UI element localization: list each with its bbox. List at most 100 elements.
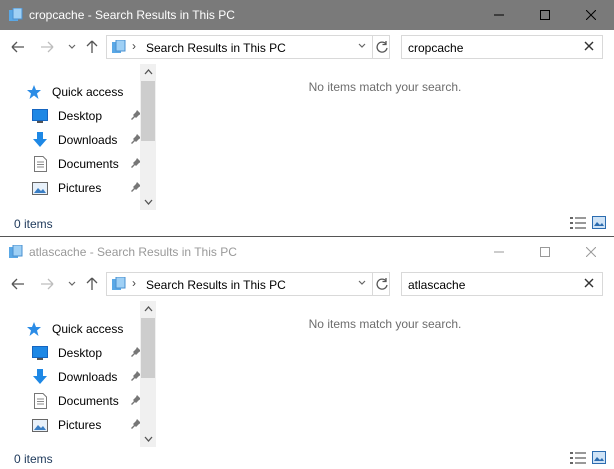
search-folder-icon xyxy=(9,245,23,258)
maximize-button[interactable] xyxy=(522,237,568,267)
address-bar[interactable]: › Search Results in This PC xyxy=(106,35,390,59)
nav-item-quick-access[interactable]: Quick access xyxy=(24,319,140,339)
address-dropdown-icon[interactable] xyxy=(358,43,366,49)
documents-icon xyxy=(30,156,50,172)
nav-item-pictures[interactable]: Pictures xyxy=(30,415,146,435)
maximize-button[interactable] xyxy=(522,0,568,30)
pictures-icon xyxy=(30,417,50,433)
forward-button[interactable] xyxy=(39,276,55,292)
nav-item-pictures[interactable]: Pictures xyxy=(30,178,146,198)
up-arrow-icon xyxy=(86,277,98,290)
nav-item-desktop[interactable]: Desktop xyxy=(30,343,146,363)
search-input[interactable]: cropcache xyxy=(408,41,463,55)
nav-item-label: Downloads xyxy=(58,370,118,384)
pictures-icon xyxy=(30,180,50,196)
nav-item-label: Quick access xyxy=(52,322,124,336)
item-count: 0 items xyxy=(14,217,53,231)
desktop-icon xyxy=(30,108,50,124)
search-input[interactable]: atlascache xyxy=(408,278,465,292)
address-dropdown-icon[interactable] xyxy=(358,280,366,286)
downloads-icon xyxy=(30,132,50,148)
back-arrow-icon xyxy=(11,278,24,290)
navigation-bar: › Search Results in This PC cropcache xyxy=(0,30,614,64)
nav-item-label: Documents xyxy=(58,157,119,171)
nav-item-label: Pictures xyxy=(58,418,102,432)
forward-button[interactable] xyxy=(39,39,55,55)
details-view-icon[interactable] xyxy=(570,217,586,229)
title-bar[interactable]: cropcache - Search Results in This PC xyxy=(0,0,614,30)
scrollbar-thumb[interactable] xyxy=(141,318,155,378)
up-button[interactable] xyxy=(84,39,100,55)
nav-item-label: Desktop xyxy=(58,346,103,360)
navigation-bar: › Search Results in This PC atlascache xyxy=(0,267,614,301)
up-button[interactable] xyxy=(84,276,100,292)
content-area: Quick access Desktop Downloads Documents… xyxy=(0,64,614,210)
chevron-down-icon xyxy=(68,44,76,49)
search-folder-icon xyxy=(9,8,23,21)
status-bar: 0 items xyxy=(0,447,614,469)
scroll-up-button[interactable] xyxy=(140,64,156,80)
explorer-window-cropcache: cropcache - Search Results in This PC › xyxy=(0,0,614,236)
nav-item-desktop[interactable]: Desktop xyxy=(30,106,146,126)
recent-locations-button[interactable] xyxy=(64,276,80,292)
minimize-button[interactable] xyxy=(476,0,522,30)
status-bar: 0 items xyxy=(0,212,614,236)
minimize-icon xyxy=(494,251,504,253)
breadcrumb-chevron-icon[interactable]: › xyxy=(132,276,136,290)
search-box[interactable]: atlascache xyxy=(401,272,603,296)
nav-item-label: Documents xyxy=(58,394,119,408)
address-bar[interactable]: › Search Results in This PC xyxy=(106,272,390,296)
nav-item-documents[interactable]: Documents xyxy=(30,154,146,174)
content-area: Quick access Desktop Downloads Documents… xyxy=(0,301,614,447)
clear-search-icon[interactable] xyxy=(584,278,594,288)
documents-icon xyxy=(30,393,50,409)
chevron-up-icon xyxy=(144,69,152,75)
nav-item-label: Downloads xyxy=(58,133,118,147)
large-icons-view-icon[interactable] xyxy=(592,451,606,464)
desktop-icon xyxy=(30,345,50,361)
refresh-icon[interactable] xyxy=(375,277,389,291)
chevron-up-icon xyxy=(144,306,152,312)
scroll-down-button[interactable] xyxy=(140,431,156,447)
nav-item-label: Desktop xyxy=(58,109,103,123)
chevron-down-icon xyxy=(144,199,152,205)
nav-item-downloads[interactable]: Downloads xyxy=(30,130,146,150)
nav-pane-scrollbar[interactable] xyxy=(140,301,156,447)
clear-search-icon[interactable] xyxy=(584,41,594,51)
refresh-icon[interactable] xyxy=(375,40,389,54)
back-arrow-icon xyxy=(11,41,24,53)
breadcrumb-chevron-icon[interactable]: › xyxy=(132,39,136,53)
chevron-down-icon xyxy=(68,281,76,286)
nav-item-label: Quick access xyxy=(52,85,124,99)
close-button[interactable] xyxy=(568,237,614,267)
nav-item-quick-access[interactable]: Quick access xyxy=(24,82,140,102)
details-view-icon[interactable] xyxy=(570,452,586,464)
nav-pane-scrollbar[interactable] xyxy=(140,64,156,210)
empty-results-message: No items match your search. xyxy=(308,80,462,94)
star-icon xyxy=(24,321,44,337)
search-box[interactable]: cropcache xyxy=(401,35,603,59)
up-arrow-icon xyxy=(86,40,98,53)
empty-results-message: No items match your search. xyxy=(308,317,462,331)
title-bar[interactable]: atlascache - Search Results in This PC xyxy=(0,237,614,267)
address-separator xyxy=(372,36,373,58)
forward-arrow-icon xyxy=(41,41,54,53)
maximize-icon xyxy=(540,10,550,20)
close-button[interactable] xyxy=(568,0,614,30)
address-breadcrumb[interactable]: Search Results in This PC xyxy=(146,278,286,292)
recent-locations-button[interactable] xyxy=(64,39,80,55)
window-title: cropcache - Search Results in This PC xyxy=(29,8,235,22)
large-icons-view-icon[interactable] xyxy=(592,216,606,229)
scrollbar-thumb[interactable] xyxy=(141,81,155,141)
nav-item-documents[interactable]: Documents xyxy=(30,391,146,411)
minimize-icon xyxy=(494,14,504,16)
window-title: atlascache - Search Results in This PC xyxy=(29,245,237,259)
back-button[interactable] xyxy=(10,39,26,55)
nav-item-downloads[interactable]: Downloads xyxy=(30,367,146,387)
back-button[interactable] xyxy=(10,276,26,292)
scroll-up-button[interactable] xyxy=(140,301,156,317)
address-breadcrumb[interactable]: Search Results in This PC xyxy=(146,41,286,55)
scroll-down-button[interactable] xyxy=(140,194,156,210)
minimize-button[interactable] xyxy=(476,237,522,267)
search-folder-icon xyxy=(112,277,126,290)
